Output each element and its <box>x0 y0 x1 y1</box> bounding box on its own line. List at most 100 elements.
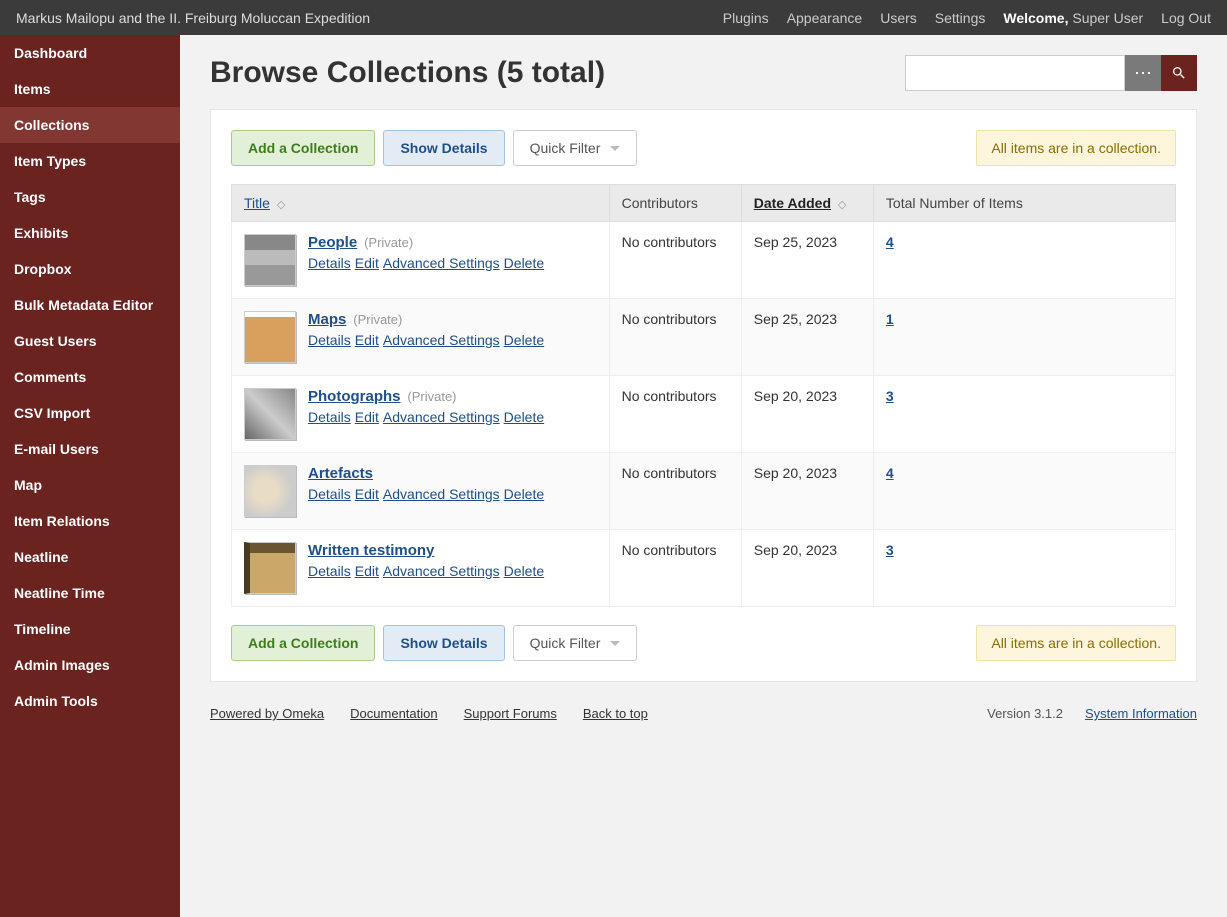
collection-title-link[interactable]: Maps <box>308 311 346 328</box>
delete-link[interactable]: Delete <box>504 486 544 502</box>
edit-link[interactable]: Edit <box>355 563 379 579</box>
delete-link[interactable]: Delete <box>504 255 544 271</box>
quick-filter-dropdown[interactable]: Quick Filter <box>513 625 638 661</box>
table-row: People (Private) DetailsEditAdvanced Sett… <box>232 222 1176 299</box>
search-icon <box>1171 65 1187 81</box>
collection-title-link[interactable]: Photographs <box>308 388 401 405</box>
collection-title-link[interactable]: Written testimony <box>308 542 434 559</box>
edit-link[interactable]: Edit <box>355 332 379 348</box>
quick-filter-dropdown[interactable]: Quick Filter <box>513 130 638 166</box>
details-link[interactable]: Details <box>308 486 351 502</box>
advanced-settings-link[interactable]: Advanced Settings <box>383 409 500 425</box>
delete-link[interactable]: Delete <box>504 563 544 579</box>
footer-support-link[interactable]: Support Forums <box>464 706 557 721</box>
nav-settings[interactable]: Settings <box>935 10 986 26</box>
content-panel: Add a Collection Show Details Quick Filt… <box>210 109 1197 682</box>
sidebar-item-map[interactable]: Map <box>0 467 180 503</box>
search-advanced-button[interactable]: ⋯ <box>1125 55 1161 91</box>
collection-thumbnail[interactable] <box>244 542 296 594</box>
date-cell: Sep 20, 2023 <box>741 453 873 530</box>
private-badge: (Private) <box>364 235 413 250</box>
sidebar-item-e-mail-users[interactable]: E-mail Users <box>0 431 180 467</box>
col-date-added[interactable]: Date Added ◇ <box>741 185 873 222</box>
item-count-link[interactable]: 3 <box>886 388 894 404</box>
footer-powered-link[interactable]: Powered by Omeka <box>210 706 324 721</box>
col-total-items: Total Number of Items <box>873 185 1175 222</box>
status-notice: All items are in a collection. <box>976 625 1176 661</box>
show-details-button[interactable]: Show Details <box>383 625 504 661</box>
item-count-link[interactable]: 4 <box>886 465 894 481</box>
toolbar-top: Add a Collection Show Details Quick Filt… <box>231 130 1176 166</box>
advanced-settings-link[interactable]: Advanced Settings <box>383 486 500 502</box>
show-details-button[interactable]: Show Details <box>383 130 504 166</box>
add-collection-button[interactable]: Add a Collection <box>231 625 375 661</box>
search-submit-button[interactable] <box>1161 55 1197 91</box>
footer-sysinfo-link[interactable]: System Information <box>1085 706 1197 721</box>
site-title-link[interactable]: Markus Mailopu and the II. Freiburg Molu… <box>16 10 723 26</box>
nav-appearance[interactable]: Appearance <box>787 10 863 26</box>
collection-thumbnail[interactable] <box>244 465 296 517</box>
sort-icon: ◇ <box>838 199 846 211</box>
date-cell: Sep 25, 2023 <box>741 299 873 376</box>
sidebar-item-exhibits[interactable]: Exhibits <box>0 215 180 251</box>
details-link[interactable]: Details <box>308 332 351 348</box>
sidebar-item-dashboard[interactable]: Dashboard <box>0 35 180 71</box>
search-input[interactable] <box>905 55 1125 91</box>
item-count-link[interactable]: 4 <box>886 234 894 250</box>
sidebar-item-collections[interactable]: Collections <box>0 107 180 143</box>
item-count-link[interactable]: 3 <box>886 542 894 558</box>
collection-title-link[interactable]: Artefacts <box>308 465 373 482</box>
date-cell: Sep 20, 2023 <box>741 376 873 453</box>
sidebar-item-item-relations[interactable]: Item Relations <box>0 503 180 539</box>
sidebar-item-items[interactable]: Items <box>0 71 180 107</box>
contributors-cell: No contributors <box>609 299 741 376</box>
sidebar-item-timeline[interactable]: Timeline <box>0 611 180 647</box>
add-collection-button[interactable]: Add a Collection <box>231 130 375 166</box>
sidebar-item-comments[interactable]: Comments <box>0 359 180 395</box>
collection-thumbnail[interactable] <box>244 311 296 363</box>
col-title[interactable]: Title ◇ <box>232 185 610 222</box>
advanced-settings-link[interactable]: Advanced Settings <box>383 332 500 348</box>
footer-backtotop-link[interactable]: Back to top <box>583 706 648 721</box>
advanced-settings-link[interactable]: Advanced Settings <box>383 255 500 271</box>
item-count-link[interactable]: 1 <box>886 311 894 327</box>
sidebar-item-bulk-metadata-editor[interactable]: Bulk Metadata Editor <box>0 287 180 323</box>
table-row: Photographs (Private)DetailsEditAdvanced… <box>232 376 1176 453</box>
collection-thumbnail[interactable] <box>244 388 296 440</box>
delete-link[interactable]: Delete <box>504 409 544 425</box>
sidebar-item-admin-tools[interactable]: Admin Tools <box>0 683 180 719</box>
sidebar-item-csv-import[interactable]: CSV Import <box>0 395 180 431</box>
sidebar-item-guest-users[interactable]: Guest Users <box>0 323 180 359</box>
collection-thumbnail[interactable] <box>244 234 296 286</box>
contributors-cell: No contributors <box>609 530 741 607</box>
date-cell: Sep 25, 2023 <box>741 222 873 299</box>
sidebar-item-neatline[interactable]: Neatline <box>0 539 180 575</box>
sidebar-item-tags[interactable]: Tags <box>0 179 180 215</box>
table-row: Written testimony DetailsEditAdvanced Set… <box>232 530 1176 607</box>
advanced-settings-link[interactable]: Advanced Settings <box>383 563 500 579</box>
welcome-text: Welcome, Super User <box>1003 10 1143 26</box>
collection-title-link[interactable]: People <box>308 234 357 251</box>
date-cell: Sep 20, 2023 <box>741 530 873 607</box>
nav-users[interactable]: Users <box>880 10 917 26</box>
nav-plugins[interactable]: Plugins <box>723 10 769 26</box>
sidebar-item-dropbox[interactable]: Dropbox <box>0 251 180 287</box>
edit-link[interactable]: Edit <box>355 255 379 271</box>
sidebar-item-neatline-time[interactable]: Neatline Time <box>0 575 180 611</box>
sidebar-item-item-types[interactable]: Item Types <box>0 143 180 179</box>
details-link[interactable]: Details <box>308 409 351 425</box>
footer-docs-link[interactable]: Documentation <box>350 706 437 721</box>
details-link[interactable]: Details <box>308 255 351 271</box>
edit-link[interactable]: Edit <box>355 409 379 425</box>
search-bar: ⋯ <box>905 55 1197 91</box>
main-content: Browse Collections (5 total) ⋯ Add a Col… <box>180 35 1227 917</box>
details-link[interactable]: Details <box>308 563 351 579</box>
sidebar-item-admin-images[interactable]: Admin Images <box>0 647 180 683</box>
contributors-cell: No contributors <box>609 222 741 299</box>
footer: Powered by Omeka Documentation Support F… <box>210 682 1197 731</box>
edit-link[interactable]: Edit <box>355 486 379 502</box>
delete-link[interactable]: Delete <box>504 332 544 348</box>
footer-version: Version 3.1.2 <box>987 706 1063 721</box>
logout-link[interactable]: Log Out <box>1161 10 1211 26</box>
page-title: Browse Collections (5 total) <box>210 56 905 90</box>
